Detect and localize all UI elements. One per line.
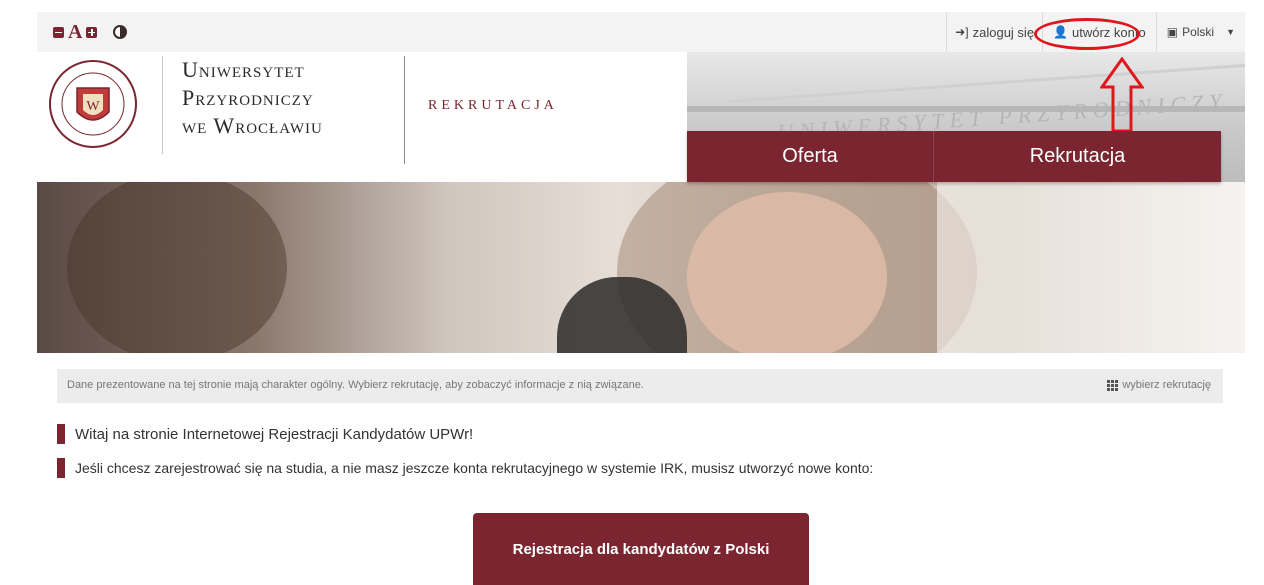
top-bar: A ➜] zaloguj się 👤 utwórz konto ▣ Polski… xyxy=(37,12,1245,52)
create-account-label: utwórz konto xyxy=(1072,24,1146,40)
user-plus-icon: 👤 xyxy=(1053,25,1069,39)
choose-recruitment-label: wybierz rekrutację xyxy=(1122,379,1211,391)
university-seal-logo[interactable]: W xyxy=(47,58,139,150)
svg-text:W: W xyxy=(86,99,100,114)
university-name[interactable]: Uniwersytet Przyrodniczy we Wrocławiu xyxy=(182,56,323,140)
language-icon: ▣ xyxy=(1166,25,1179,39)
login-link[interactable]: ➜] zaloguj się xyxy=(946,12,1042,52)
title-divider xyxy=(404,56,405,164)
hero-shape-left xyxy=(67,182,287,353)
register-poland-button[interactable]: Rejestracja dla kandydatów z Polski xyxy=(473,513,809,585)
info-message: Dane prezentowane na tej stronie mają ch… xyxy=(67,379,644,391)
page: A ➜] zaloguj się 👤 utwórz konto ▣ Polski… xyxy=(37,12,1245,585)
grid-icon xyxy=(1107,379,1119,391)
welcome-text: Witaj na stronie Internetowej Rejestracj… xyxy=(75,425,474,443)
contrast-toggle-icon[interactable] xyxy=(113,25,128,39)
accessibility-controls: A xyxy=(53,22,128,42)
university-name-line1: Uniwersytet xyxy=(182,57,305,82)
main-nav: Oferta Rekrutacja xyxy=(687,131,1221,182)
heading-marker xyxy=(57,424,65,444)
welcome-heading: Witaj na stronie Internetowej Rejestracj… xyxy=(57,424,473,444)
instruction-text: Jeśli chcesz zarejestrować się na studia… xyxy=(75,460,874,476)
university-name-line3: we Wrocławiu xyxy=(182,113,323,138)
heading-marker xyxy=(57,458,65,478)
university-name-line2: Przyrodniczy xyxy=(182,85,314,110)
decrease-font-icon[interactable] xyxy=(53,26,64,38)
sign-in-icon: ➜] xyxy=(955,25,969,39)
section-title: REKRUTACJA xyxy=(428,98,558,113)
instruction-line: Jeśli chcesz zarejestrować się na studia… xyxy=(57,458,873,478)
logo-divider xyxy=(162,56,163,154)
hero-shape-face xyxy=(687,192,887,353)
chevron-down-icon: ▼ xyxy=(1226,27,1235,37)
language-label: Polski xyxy=(1182,25,1215,39)
create-account-link[interactable]: 👤 utwórz konto xyxy=(1042,12,1156,52)
language-selector[interactable]: ▣ Polski ▼ xyxy=(1155,12,1245,52)
account-menu: ➜] zaloguj się 👤 utwórz konto ▣ Polski ▼ xyxy=(946,12,1245,52)
hero-image xyxy=(37,182,1245,353)
info-strip: Dane prezentowane na tej stronie mają ch… xyxy=(57,369,1223,403)
nav-offer-button[interactable]: Oferta xyxy=(687,131,934,182)
increase-font-icon[interactable] xyxy=(86,26,98,38)
nav-recruitment-button[interactable]: Rekrutacja xyxy=(934,131,1221,182)
font-size-letter[interactable]: A xyxy=(68,22,82,42)
hero-shape-right xyxy=(937,182,1245,353)
login-label: zaloguj się xyxy=(972,24,1035,40)
choose-recruitment-link[interactable]: wybierz rekrutację xyxy=(1107,379,1211,391)
annotation-arrow-icon xyxy=(1100,57,1144,133)
